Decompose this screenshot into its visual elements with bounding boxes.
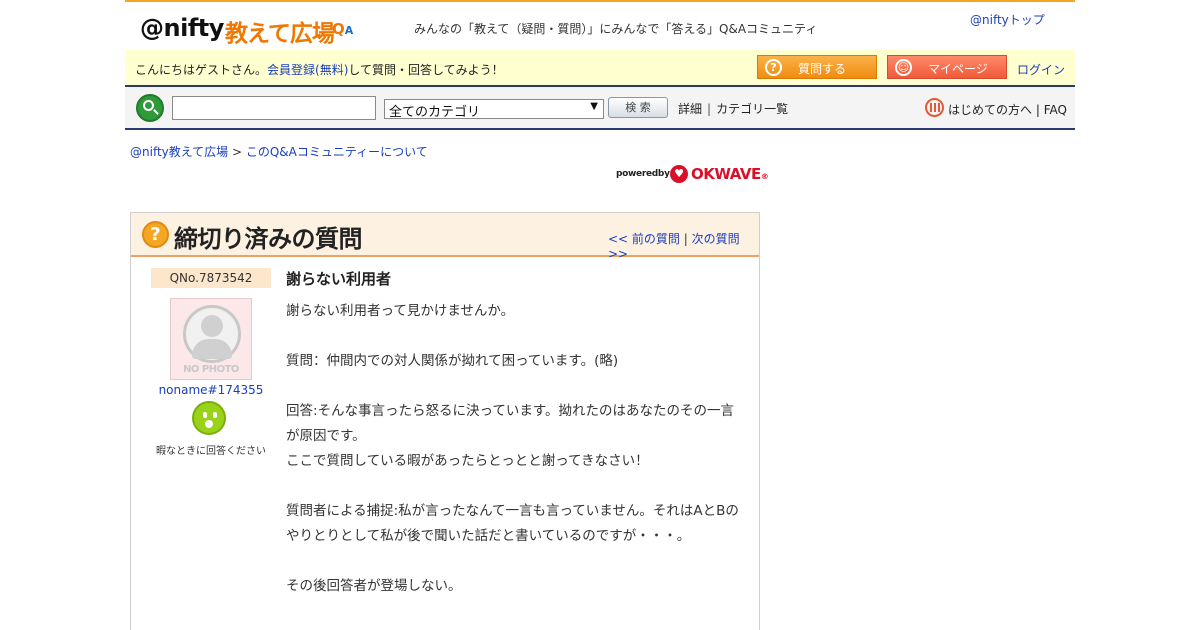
question-body: 謝らない利用者って見かけませんか。質問：仲間内での対人関係が拗れて困っています。…	[286, 299, 746, 599]
okwave-logo: OKWAVE®	[691, 165, 769, 183]
question-body-line	[286, 374, 746, 399]
question-status-heading: 締切り済みの質問	[174, 225, 363, 253]
help-links: はじめての方へ | FAQ	[948, 103, 1067, 117]
avatar-head	[201, 315, 223, 337]
mood-face-icon	[192, 401, 226, 435]
search-icon-lens	[143, 100, 154, 111]
search-options-links: 詳細 | カテゴリ一覧	[678, 100, 788, 117]
first-time-link[interactable]: はじめての方へ	[948, 103, 1032, 117]
question-body-line: ここで質問している暇があったらとっとと謝ってきなさい！	[286, 453, 649, 469]
nifty-top-link[interactable]: @niftyトップ	[970, 11, 1045, 28]
breadcrumb-separator: >	[228, 145, 246, 159]
question-mark-icon: ?	[765, 59, 782, 76]
greeting-text: こんにちはゲストさん。会員登録(無料)して質問・回答してみよう！	[135, 61, 504, 78]
detail-search-link[interactable]: 詳細	[678, 102, 702, 116]
search-icon-handle	[153, 109, 159, 115]
category-selected-value: 全てのカテゴリ	[389, 105, 481, 120]
question-circle-icon: ?	[142, 221, 169, 248]
login-link[interactable]: ログイン	[1017, 61, 1065, 78]
greeting-bar: こんにちはゲストさん。会員登録(無料)して質問・回答してみよう！ ? 質問する …	[125, 50, 1075, 85]
okwave-mark: ®	[760, 172, 769, 181]
breadcrumb: @nifty教えて広場 > このQ&Aコミュニティーについて	[130, 143, 428, 160]
avatar-body	[192, 339, 232, 359]
site-tagline: みんなの「教えて（疑問・質問）」にみんなで「答える」Q&Aコミュニティ	[414, 22, 818, 36]
qa-logo-mark: QA	[332, 20, 353, 38]
question-body-line: 質問：仲間内での対人関係が拗れて困っています。(略)	[286, 353, 619, 369]
mood-icon-eye	[203, 412, 207, 418]
prev-question-link[interactable]: << 前の質問	[608, 232, 680, 246]
beginner-icon-bar	[938, 103, 940, 112]
question-panel: ? 締切り済みの質問 << 前の質問 | 次の質問 >> QNo.7873542…	[130, 212, 760, 630]
breadcrumb-current-link[interactable]: このQ&Aコミュニティーについて	[246, 145, 428, 159]
mypage-label: マイページ	[928, 62, 988, 76]
okwave-heart-icon: ♥	[670, 165, 688, 183]
top-accent-line	[125, 0, 1075, 2]
no-photo-label: NO PHOTO	[183, 364, 239, 375]
ask-question-label: 質問する	[798, 62, 847, 76]
question-pager: << 前の質問 | 次の質問 >>	[608, 230, 759, 261]
question-body-line: その後回答者が登場しない。	[286, 578, 462, 594]
avatar: NO PHOTO	[170, 298, 252, 380]
search-button[interactable]: 検 索	[608, 97, 668, 118]
faq-link[interactable]: FAQ	[1044, 103, 1067, 117]
category-list-link[interactable]: カテゴリ一覧	[716, 102, 788, 116]
question-body-line: 謝らない利用者って見かけませんか。	[286, 303, 515, 319]
category-select[interactable]: 全てのカテゴリ ▼	[384, 99, 604, 120]
nifty-logo[interactable]: @nifty	[140, 14, 224, 42]
breadcrumb-home-link[interactable]: @nifty教えて広場	[130, 145, 228, 159]
question-body-line: 質問者による捕捉:私が言ったなんて一言も言っていません。それはAとBのやりとりと…	[286, 503, 739, 544]
username-link[interactable]: noname#174355	[131, 383, 291, 397]
question-number: QNo.7873542	[151, 268, 271, 288]
dropdown-arrow-icon: ▼	[590, 101, 598, 112]
oshiete-hiroba-logo[interactable]: 教えて広場	[225, 14, 335, 48]
greeting-prefix: こんにちはゲストさん。	[135, 63, 268, 77]
beginner-icon	[925, 98, 944, 117]
question-body-line: 回答:そんな事言ったら怒るに決っています。拗れたのはあなたのその一言が原因です。	[286, 403, 735, 444]
link-separator: |	[707, 102, 712, 116]
okwave-brand: OKWAVE	[691, 165, 761, 183]
mood-icon-mouth	[205, 420, 213, 428]
smile-icon: ☺	[895, 59, 912, 76]
question-title: 謝らない利用者	[286, 270, 392, 288]
ask-question-button[interactable]: ? 質問する	[757, 55, 877, 79]
search-icon	[136, 94, 164, 122]
greeting-suffix: して質問・回答してみよう！	[348, 63, 504, 77]
mood-icon-eye	[213, 412, 217, 418]
question-body-line	[286, 474, 746, 499]
search-input[interactable]	[172, 96, 376, 120]
mypage-button[interactable]: ☺ マイページ	[887, 55, 1007, 79]
question-body-line	[286, 324, 746, 349]
powered-by-text: poweredby	[616, 169, 670, 179]
qa-logo-q: Q	[332, 20, 345, 38]
register-link[interactable]: 会員登録(無料)	[267, 63, 348, 77]
question-body-line	[286, 549, 746, 574]
beginner-icon-bar	[930, 103, 932, 112]
search-bar: 全てのカテゴリ ▼ 検 索 詳細 | カテゴリ一覧 はじめての方へ | FAQ	[125, 85, 1075, 130]
pager-separator: |	[679, 232, 692, 246]
qa-logo-a: A	[344, 24, 354, 37]
question-panel-header: ? 締切り済みの質問 << 前の質問 | 次の質問 >>	[131, 213, 759, 261]
beginner-icon-bar	[934, 103, 936, 112]
user-mood-text: 暇なときに回答ください	[156, 446, 266, 457]
